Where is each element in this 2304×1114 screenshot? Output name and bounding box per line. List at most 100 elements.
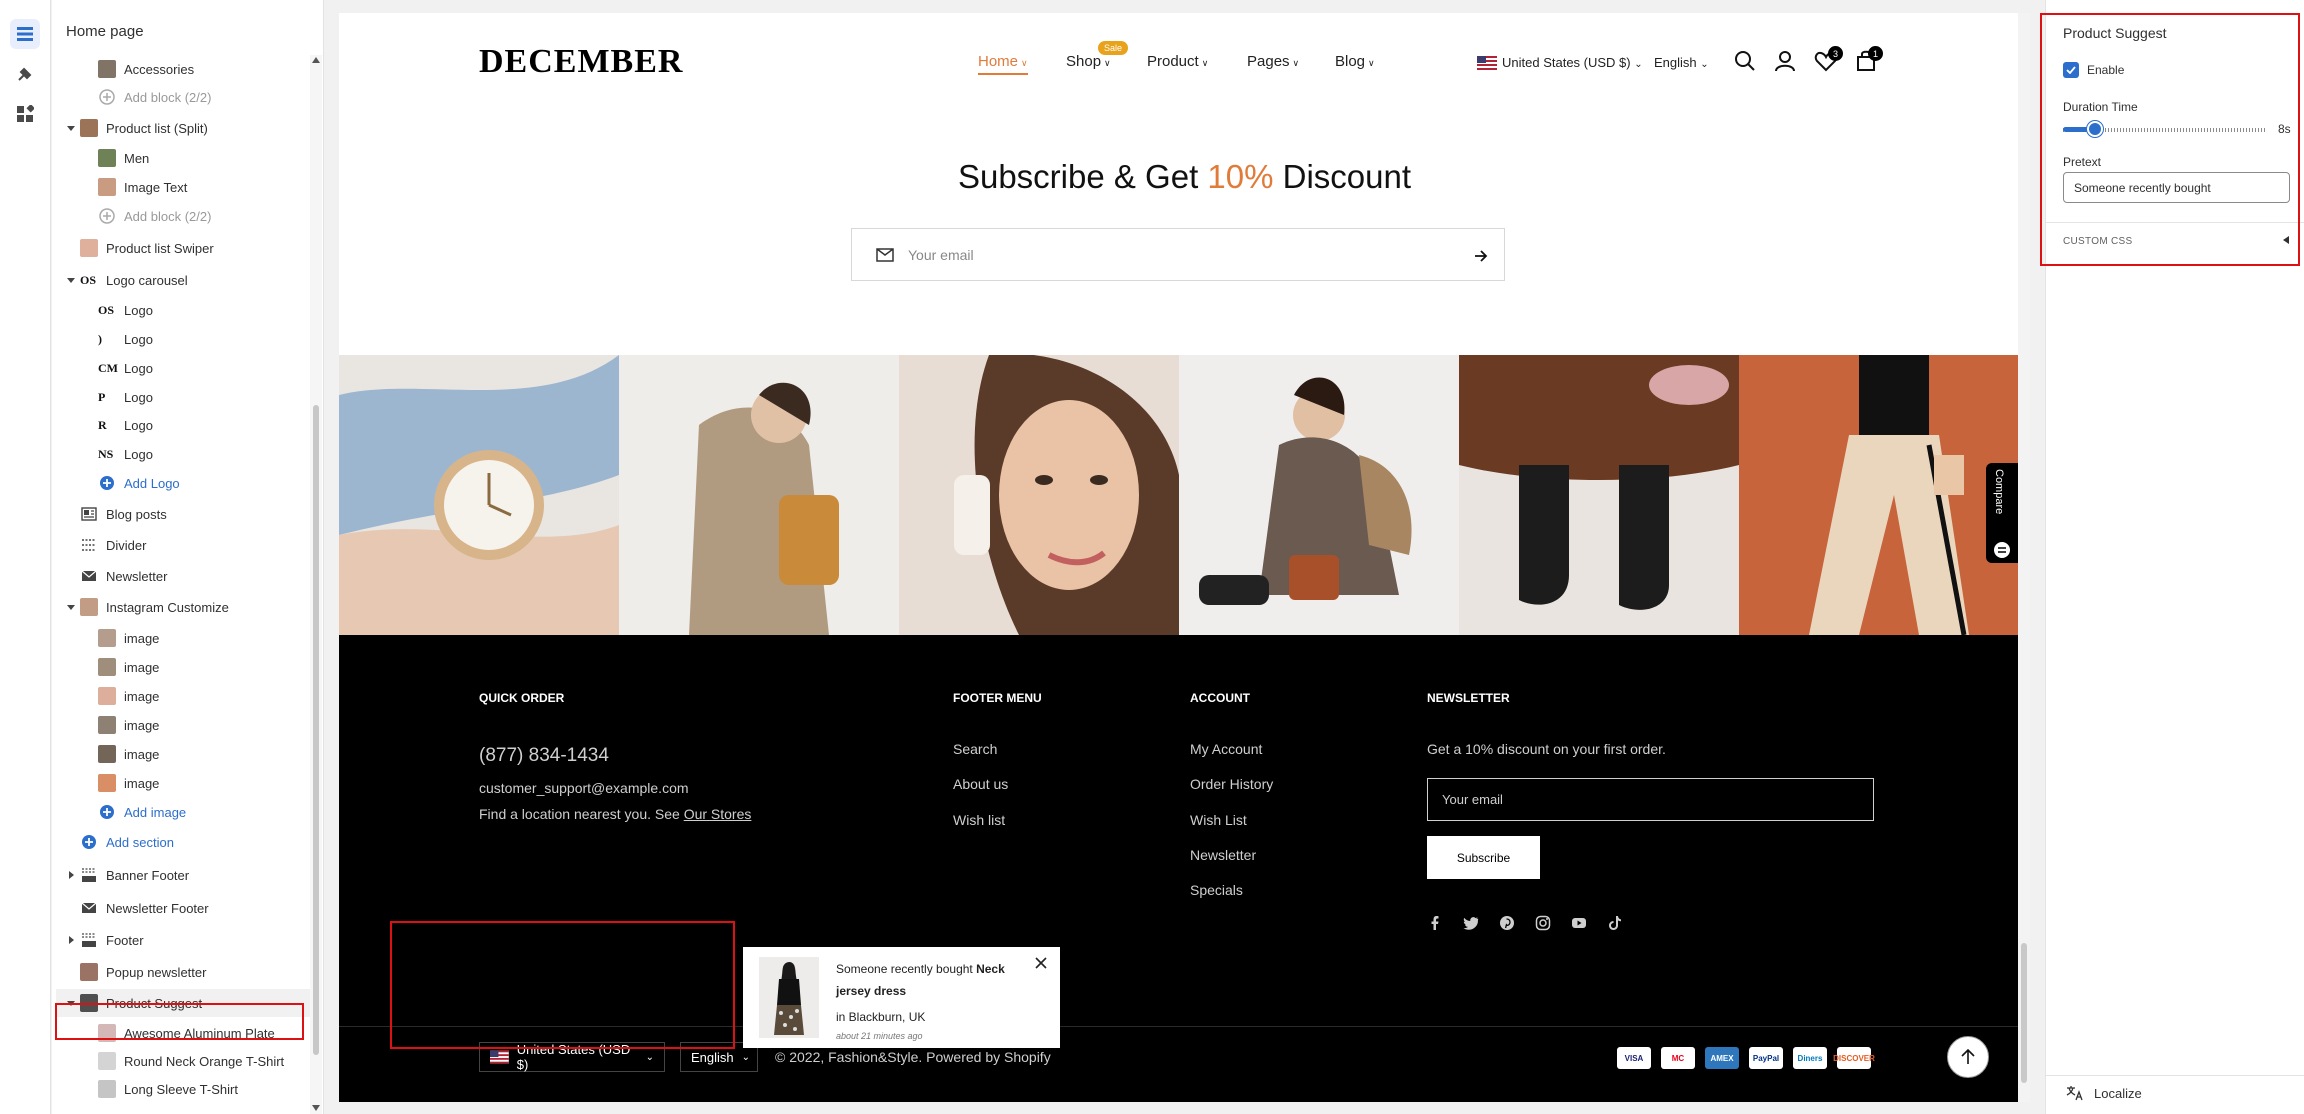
instagram-image-blazer[interactable] xyxy=(619,355,899,635)
currency-selector[interactable]: United States (USD $) ⌄ xyxy=(1502,55,1643,70)
footer-link[interactable]: About us xyxy=(953,776,1008,792)
search-icon[interactable] xyxy=(1733,49,1757,73)
sidebar-item[interactable]: Footer xyxy=(52,926,310,954)
footer-link[interactable]: Search xyxy=(953,741,997,757)
nav-item-pages[interactable]: Pages ∨ xyxy=(1247,53,1299,70)
caret-down-icon[interactable] xyxy=(66,275,76,285)
sidebar-item[interactable]: Newsletter xyxy=(52,562,310,590)
sidebar-item[interactable]: Men xyxy=(52,144,310,172)
sidebar-item[interactable]: P Logo xyxy=(52,383,310,411)
sidebar-item[interactable]: CM Logo xyxy=(52,354,310,382)
sidebar-item[interactable]: image xyxy=(52,624,310,652)
phone-number[interactable]: (877) 834-1434 xyxy=(479,745,609,767)
sidebar-item[interactable]: ) Logo xyxy=(52,325,310,353)
brand-logo-icon: NS xyxy=(98,445,116,463)
footer-link[interactable]: My Account xyxy=(1190,741,1262,757)
sidebar-item[interactable]: Product list (Split) xyxy=(52,114,310,142)
sidebar-item[interactable]: Divider xyxy=(52,531,310,559)
sidebar-item[interactable]: image xyxy=(52,682,310,710)
subscribe-email-field[interactable]: Your email xyxy=(851,228,1505,281)
footer-link[interactable]: Specials xyxy=(1190,882,1243,898)
sidebar-item[interactable]: Add Logo xyxy=(52,469,310,497)
sidebar-item[interactable]: image xyxy=(52,769,310,797)
sidebar-item[interactable]: Instagram Customize xyxy=(52,593,310,621)
sidebar-item[interactable]: Product Suggest xyxy=(56,989,314,1017)
compare-tab[interactable]: Compare xyxy=(1986,463,2018,563)
close-icon[interactable] xyxy=(1034,956,1048,970)
scroll-to-top-button[interactable] xyxy=(1947,1036,1989,1078)
sidebar-item[interactable]: Popup newsletter xyxy=(52,958,310,986)
sidebar-item[interactable]: Add block (2/2) xyxy=(52,202,310,230)
enable-label[interactable]: Enable xyxy=(2087,63,2124,77)
sidebar-item[interactable]: Blog posts xyxy=(52,500,310,528)
arrow-right-icon[interactable] xyxy=(1474,249,1488,263)
sidebar-item[interactable]: Accessories xyxy=(52,55,310,83)
store-logo[interactable]: DECEMBER xyxy=(479,43,683,81)
instagram-image-sitting[interactable] xyxy=(1179,355,1459,635)
theme-settings-icon[interactable] xyxy=(10,59,40,89)
pinterest-icon[interactable] xyxy=(1499,915,1515,931)
instagram-image-pants[interactable] xyxy=(1739,355,2019,635)
sidebar-item[interactable]: OS Logo carousel xyxy=(52,266,310,294)
apps-icon[interactable] xyxy=(10,99,40,129)
sidebar-item[interactable]: Awesome Aluminum Plate xyxy=(52,1019,310,1047)
pretext-input[interactable]: Someone recently bought xyxy=(2063,172,2290,203)
sidebar-item[interactable]: Image Text xyxy=(52,173,310,201)
sections-icon[interactable] xyxy=(10,19,40,49)
language-selector[interactable]: English ⌄ xyxy=(1654,55,1709,70)
caret-left-icon[interactable] xyxy=(2281,235,2291,245)
sidebar-item[interactable]: Newsletter Footer xyxy=(52,894,310,922)
tiktok-icon[interactable] xyxy=(1607,915,1623,931)
twitter-icon[interactable] xyxy=(1463,915,1479,931)
footer-link[interactable]: Order History xyxy=(1190,776,1273,792)
account-icon[interactable] xyxy=(1773,49,1797,73)
instagram-image-boots[interactable] xyxy=(1459,355,1739,635)
support-email[interactable]: customer_support@example.com xyxy=(479,780,689,796)
sidebar-item[interactable]: OS Logo xyxy=(52,296,310,324)
instagram-image-watch[interactable] xyxy=(339,355,619,635)
sidebar-item[interactable]: R Logo xyxy=(52,411,310,439)
footer-link[interactable]: Wish List xyxy=(1190,812,1247,828)
caret-down-icon[interactable] xyxy=(66,123,76,133)
facebook-icon[interactable] xyxy=(1427,915,1443,931)
newsletter-email-input[interactable]: Your email xyxy=(1427,778,1874,821)
sidebar-item[interactable]: image xyxy=(52,653,310,681)
enable-checkbox[interactable] xyxy=(2063,62,2079,78)
sidebar-item[interactable]: Long Sleeve T-Shirt xyxy=(52,1075,310,1103)
preview-scroll-thumb[interactable] xyxy=(2021,943,2027,1083)
youtube-icon[interactable] xyxy=(1571,915,1587,931)
sidebar-item[interactable]: image xyxy=(52,711,310,739)
preview-scrollbar[interactable] xyxy=(2018,13,2030,1102)
sidebar-item[interactable]: Add block (2/2) xyxy=(52,83,310,111)
nav-item-product[interactable]: Product ∨ xyxy=(1147,53,1208,70)
nav-item-blog[interactable]: Blog ∨ xyxy=(1335,53,1375,70)
nav-item-shop[interactable]: Shop ∨ xyxy=(1066,53,1111,70)
sidebar-item[interactable]: Banner Footer xyxy=(52,861,310,889)
thumbnail-icon xyxy=(98,1024,116,1042)
popup-product-image[interactable] xyxy=(759,957,819,1038)
localize-button[interactable]: Localize xyxy=(2094,1086,2142,1101)
sidebar-item[interactable]: Add image xyxy=(52,798,310,826)
custom-css-toggle[interactable]: CUSTOM CSS xyxy=(2063,236,2133,247)
sidebar-item[interactable]: image xyxy=(52,740,310,768)
sidebar-scroll-thumb[interactable] xyxy=(313,405,319,1055)
footer-link[interactable]: Newsletter xyxy=(1190,847,1256,863)
caret-down-icon[interactable] xyxy=(66,998,76,1008)
caret-right-icon[interactable] xyxy=(66,935,76,945)
sidebar-item[interactable]: NS Logo xyxy=(52,440,310,468)
instagram-image-portrait[interactable] xyxy=(899,355,1179,635)
product-suggest-popup[interactable]: Someone recently bought Neck jersey dres… xyxy=(743,947,1060,1048)
caret-right-icon[interactable] xyxy=(66,870,76,880)
footer-link[interactable]: Wish list xyxy=(953,812,1005,828)
caret-down-icon[interactable] xyxy=(66,602,76,612)
sidebar-scrollbar[interactable] xyxy=(310,55,322,1114)
instagram-icon[interactable] xyxy=(1535,915,1551,931)
our-stores-link[interactable]: Our Stores xyxy=(684,806,752,822)
footer-currency-selector[interactable]: United States (USD $) ⌄ xyxy=(479,1042,665,1072)
duration-slider-handle[interactable] xyxy=(2087,121,2104,137)
sidebar-item[interactable]: Add section xyxy=(52,828,310,856)
sidebar-item[interactable]: Round Neck Orange T-Shirt xyxy=(52,1047,310,1075)
subscribe-button[interactable]: Subscribe xyxy=(1427,836,1540,879)
sidebar-item[interactable]: Product list Swiper xyxy=(52,234,310,262)
nav-item-home[interactable]: Home ∨ xyxy=(978,53,1028,70)
